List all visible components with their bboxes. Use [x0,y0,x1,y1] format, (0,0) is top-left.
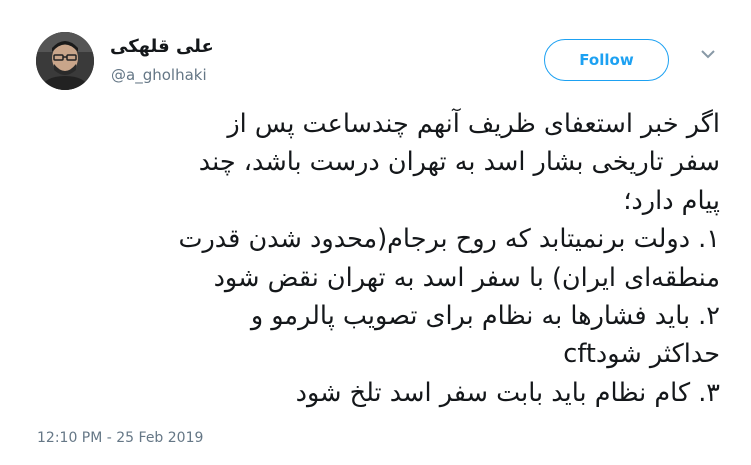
avatar[interactable] [36,32,94,90]
tweet-timestamp[interactable]: 12:10 PM - 25 Feb 2019 [37,430,203,446]
tweet-line: ۱. دولت برنمیتابد که روح برجام(محدود شدن… [178,224,720,255]
tweet-line: ۲. باید فشارها به نظام برای تصویب پالرمو… [250,301,720,332]
tweet-menu-button[interactable] [695,44,721,64]
chevron-down-icon [701,49,715,58]
tweet-line: پیام دارد؛ [623,185,720,216]
user-avatar-photo-icon [36,32,94,90]
tweet-line: سفر تاریخی بشار اسد به تهران درست باشد، … [198,147,720,178]
tweet-line: اگر خبر استعفای ظریف آنهم چندساعت پس از [227,109,720,139]
tweet-text: اگر خبر استعفای ظریف آنهم چندساعت پس از … [30,105,720,412]
tweet-line: cftحداکثر شود [563,339,720,370]
follow-button[interactable]: Follow [544,39,669,81]
tweet-line: منطقه‌ای ایران) با سفر اسد به تهران نقض … [213,262,720,293]
author-display-name[interactable]: علی قلهکی [110,36,214,57]
tweet-card: علی قلهکی @a_gholhaki Follow اگر خبر است… [0,0,751,465]
tweet-line: ۳. کام نظام باید بابت سفر اسد تلخ شود [295,377,720,408]
author-handle[interactable]: @a_gholhaki [111,66,207,84]
